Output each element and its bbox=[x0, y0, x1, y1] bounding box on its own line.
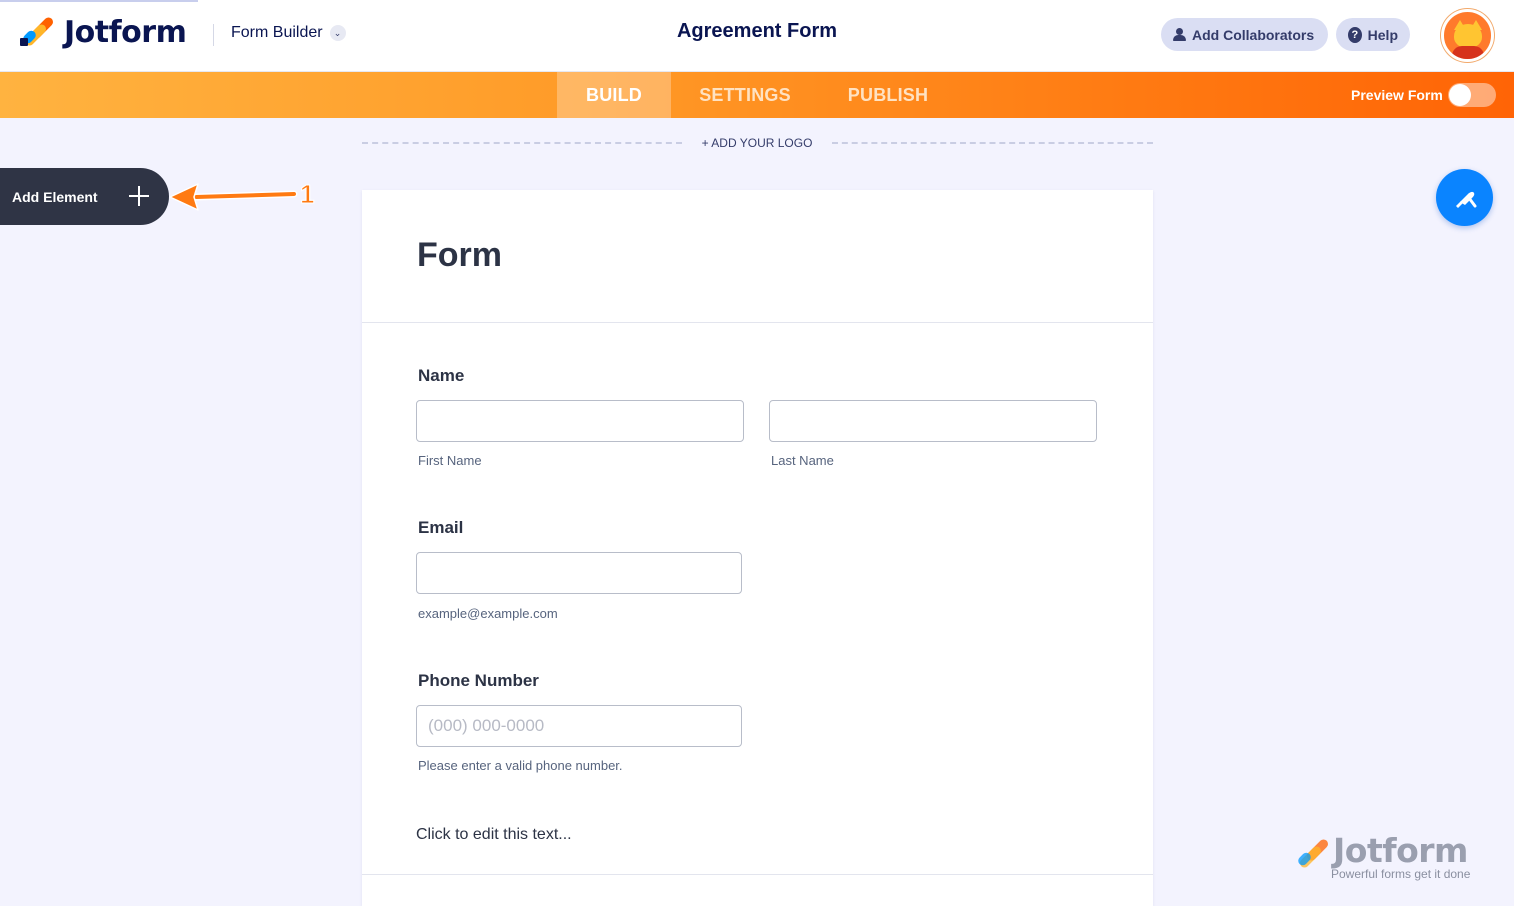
toggle-knob bbox=[1449, 84, 1471, 106]
phone-sublabel: Please enter a valid phone number. bbox=[418, 758, 623, 773]
jotform-logo-icon bbox=[18, 14, 55, 50]
add-element-label: Add Element bbox=[12, 188, 98, 205]
user-icon bbox=[1173, 28, 1186, 41]
annotation-arrow bbox=[169, 183, 298, 211]
logo-dashed-line-left bbox=[362, 142, 682, 144]
text-paragraph[interactable]: Click to edit this text... bbox=[416, 826, 572, 844]
brand-name: Jotform bbox=[64, 14, 187, 50]
first-name-input[interactable] bbox=[416, 400, 744, 442]
top-header: Jotform Form Builder ⌄ Agreement Form Ad… bbox=[0, 0, 1514, 72]
tab-build[interactable]: BUILD bbox=[557, 72, 671, 118]
annotation-number: 1 bbox=[299, 179, 315, 210]
header-divider bbox=[213, 24, 214, 46]
phone-label: Phone Number bbox=[418, 671, 539, 690]
jotform-watermark-logo-icon bbox=[1293, 836, 1330, 872]
add-element-button[interactable]: Add Element bbox=[0, 168, 169, 225]
user-avatar[interactable] bbox=[1441, 9, 1494, 62]
add-collaborators-label: Add Collaborators bbox=[1192, 26, 1315, 43]
help-label: Help bbox=[1367, 26, 1398, 43]
preview-form-label: Preview Form bbox=[1351, 87, 1443, 103]
card-section-divider bbox=[362, 874, 1153, 875]
watermark-tagline: Powerful forms get it done bbox=[1331, 867, 1471, 881]
paint-roller-icon bbox=[1455, 191, 1476, 208]
tab-publish[interactable]: PUBLISH bbox=[830, 72, 946, 118]
header-accent-line bbox=[0, 0, 198, 2]
form-heading[interactable]: Form bbox=[417, 236, 502, 275]
chevron-down-icon: ⌄ bbox=[329, 25, 346, 41]
email-input[interactable] bbox=[416, 552, 742, 594]
add-logo-button[interactable]: + ADD YOUR LOGO bbox=[702, 136, 813, 150]
form-builder-label: Form Builder bbox=[231, 24, 323, 41]
form-header-section[interactable]: Form bbox=[362, 190, 1153, 323]
tab-settings[interactable]: SETTINGS bbox=[680, 72, 810, 118]
form-card: Form Name First Name Last Name Email exa… bbox=[362, 190, 1153, 906]
name-label: Name bbox=[418, 366, 465, 385]
add-collaborators-button[interactable]: Add Collaborators bbox=[1161, 18, 1328, 51]
jotform-logo-link[interactable]: Jotform bbox=[18, 14, 187, 50]
help-button[interactable]: ? Help bbox=[1336, 18, 1410, 51]
plus-icon bbox=[128, 185, 150, 207]
add-logo-wrap: + ADD YOUR LOGO bbox=[0, 136, 1514, 150]
phone-input[interactable]: (000) 000-0000 bbox=[416, 705, 742, 747]
watermark-name: Jotform bbox=[1333, 831, 1468, 870]
email-label: Email bbox=[418, 518, 464, 537]
builder-nav-bar: BUILD SETTINGS PUBLISH Preview Form bbox=[0, 72, 1514, 118]
last-name-input[interactable] bbox=[769, 400, 1097, 442]
question-icon: ? bbox=[1348, 26, 1362, 43]
form-builder-dropdown[interactable]: Form Builder ⌄ bbox=[231, 24, 346, 42]
logo-dashed-line-right bbox=[832, 142, 1153, 144]
form-title[interactable]: Agreement Form bbox=[677, 20, 837, 42]
form-designer-button[interactable] bbox=[1436, 169, 1493, 226]
first-name-sublabel: First Name bbox=[418, 453, 482, 468]
preview-form-toggle[interactable] bbox=[1448, 83, 1496, 107]
email-sublabel: example@example.com bbox=[418, 606, 558, 621]
last-name-sublabel: Last Name bbox=[771, 453, 834, 468]
jotform-watermark: Jotform Powerful forms get it done bbox=[1293, 831, 1483, 884]
